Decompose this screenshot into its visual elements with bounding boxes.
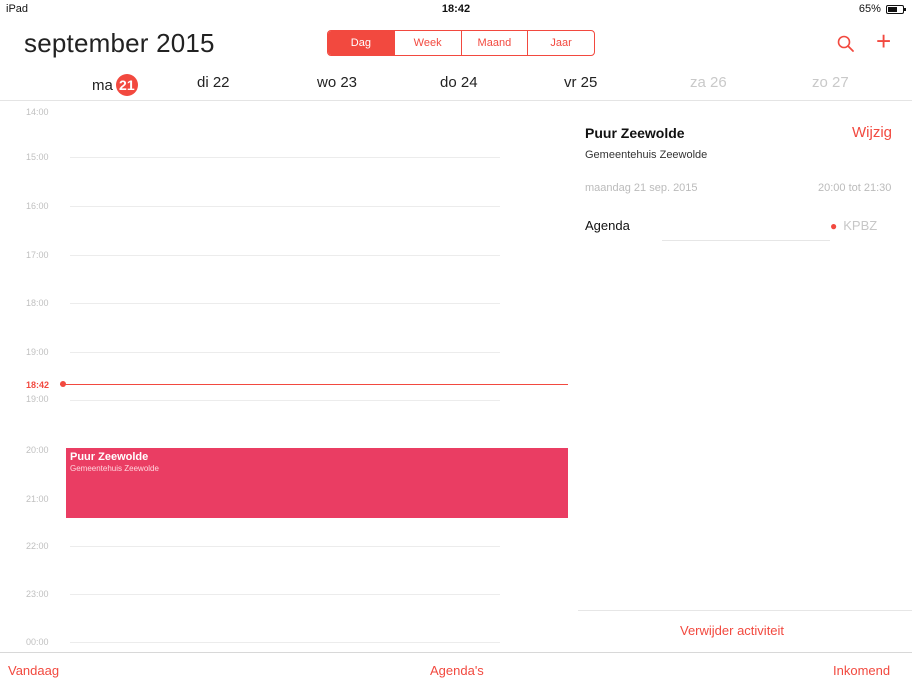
battery-percent: 65%	[858, 3, 881, 15]
view-segmented-control: Dag Week Maand Jaar	[327, 30, 595, 56]
day-wednesday[interactable]: wo 23	[317, 74, 357, 91]
hour-label: 16:00	[26, 201, 49, 211]
event-detail-time: 20:00 tot 21:30	[818, 182, 892, 194]
event-detail-location: Gemeentehuis Zeewolde	[585, 149, 708, 161]
battery-icon	[886, 4, 906, 14]
calendar-label: Agenda	[585, 218, 630, 233]
segment-month[interactable]: Maand	[460, 31, 528, 55]
day-thursday[interactable]: do 24	[440, 74, 478, 91]
event-detail-date: maandag 21 sep. 2015	[585, 182, 698, 194]
segment-year[interactable]: Jaar	[527, 31, 594, 55]
hour-gridline	[70, 594, 500, 595]
calendar-selector[interactable]: ● KPBZ	[830, 218, 877, 233]
status-bar: iPad 18:42 65%	[0, 0, 912, 18]
toolbar-divider	[0, 652, 912, 653]
segment-week[interactable]: Week	[393, 31, 461, 55]
day-monday-today[interactable]: ma 21	[92, 74, 138, 96]
delete-divider	[578, 610, 912, 611]
hour-label: 15:00	[26, 152, 49, 162]
battery-indicator: 65%	[858, 3, 906, 15]
current-time-dot	[60, 381, 66, 387]
day-strip-divider	[0, 100, 912, 101]
day-saturday[interactable]: za 26	[690, 74, 727, 91]
current-time-label: 18:42	[26, 380, 50, 390]
event-block-location: Gemeentehuis Zeewolde	[70, 464, 159, 473]
edit-button[interactable]: Wijzig	[852, 124, 892, 141]
today-weekday: ma	[92, 77, 113, 94]
hour-gridline	[70, 206, 500, 207]
hour-label: 22:00	[26, 541, 49, 551]
segment-day[interactable]: Dag	[328, 31, 394, 55]
hour-label: 18:00	[26, 298, 49, 308]
clock: 18:42	[441, 3, 471, 15]
day-tuesday[interactable]: di 22	[197, 74, 230, 91]
detail-divider	[662, 240, 830, 241]
calendar-name: KPBZ	[843, 218, 878, 233]
hour-gridline	[70, 546, 500, 547]
hour-gridline	[70, 642, 500, 643]
hour-label: 14:00	[26, 107, 49, 117]
event-detail-title: Puur Zeewolde	[585, 125, 685, 141]
hour-label: 19:00	[26, 394, 49, 404]
inbox-button[interactable]: Inkomend	[833, 663, 890, 678]
event-block-title: Puur Zeewolde	[70, 451, 149, 463]
day-sunday[interactable]: zo 27	[812, 74, 849, 91]
event-block[interactable]: Puur Zeewolde Gemeentehuis Zeewolde	[66, 448, 568, 518]
month-title: september 2015	[24, 28, 215, 58]
hour-gridline	[70, 352, 500, 353]
hour-label: 21:00	[26, 494, 49, 504]
hour-label: 20:00	[26, 445, 49, 455]
hour-label: 19:00	[26, 347, 49, 357]
hour-gridline	[70, 255, 500, 256]
hour-label: 17:00	[26, 250, 49, 260]
today-button[interactable]: Vandaag	[8, 663, 59, 678]
delete-event-button[interactable]: Verwijder activiteit	[680, 623, 784, 638]
hour-gridline	[70, 303, 500, 304]
current-time-line	[60, 384, 568, 385]
hour-gridline	[70, 157, 500, 158]
calendars-button[interactable]: Agenda's	[430, 663, 484, 678]
day-friday[interactable]: vr 25	[564, 74, 597, 91]
calendar-color-dot-icon: ●	[830, 219, 838, 233]
today-date-badge: 21	[115, 74, 138, 96]
hour-label: 00:00	[26, 637, 49, 647]
hour-label: 23:00	[26, 589, 49, 599]
search-icon[interactable]	[836, 34, 856, 54]
hour-gridline	[70, 400, 500, 401]
add-event-button[interactable]: +	[876, 28, 891, 54]
